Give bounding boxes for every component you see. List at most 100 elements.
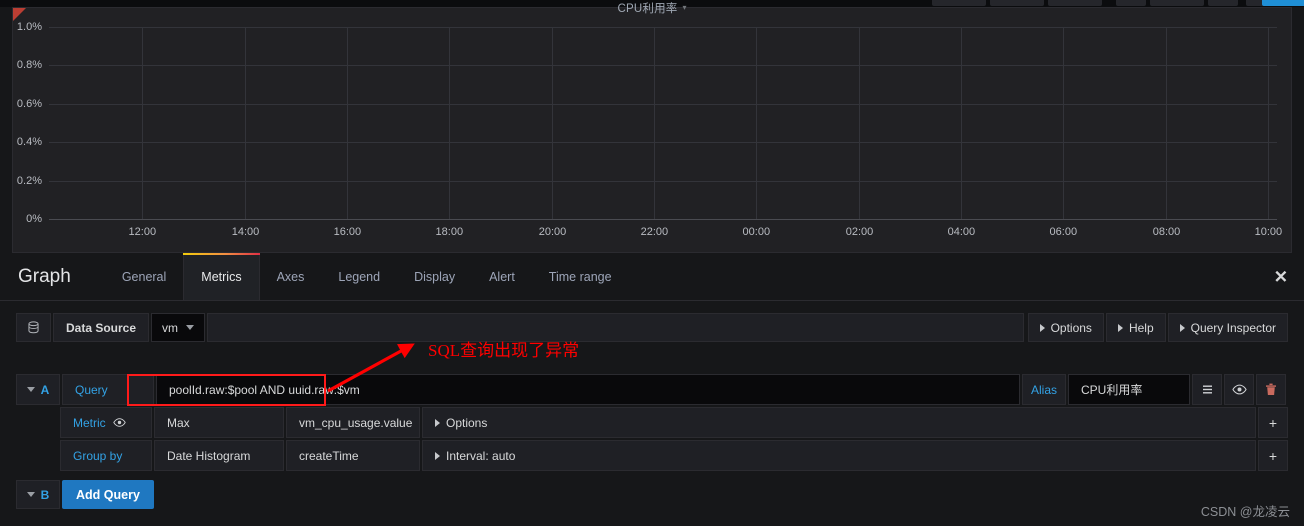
x-axis-tick-label: 12:00 bbox=[128, 226, 157, 238]
groupby-field[interactable]: createTime bbox=[286, 440, 420, 471]
groupby-aggregation[interactable]: Date Histogram bbox=[154, 440, 284, 471]
watermark: CSDN @龙凌云 bbox=[1200, 505, 1290, 519]
query-input-wrapper[interactable] bbox=[156, 374, 1020, 405]
eye-icon[interactable] bbox=[112, 416, 126, 429]
datasource-selected-value: vm bbox=[162, 320, 179, 335]
tab-alert[interactable]: Alert bbox=[472, 253, 532, 300]
metric-field[interactable]: vm_cpu_usage.value bbox=[286, 407, 420, 438]
tab-label: General bbox=[121, 269, 167, 284]
query-ref-id: B bbox=[40, 487, 50, 502]
metric-aggregation[interactable]: Max bbox=[154, 407, 284, 438]
toggle-visibility-icon[interactable] bbox=[1224, 374, 1254, 405]
tab-axes[interactable]: Axes bbox=[260, 253, 322, 300]
query-inspector-button[interactable]: Query Inspector bbox=[1167, 313, 1288, 342]
tab-general[interactable]: General bbox=[105, 253, 183, 300]
toolbar-button[interactable] bbox=[1208, 0, 1238, 6]
toolbar-button[interactable] bbox=[1116, 0, 1146, 6]
editor-title: Graph bbox=[18, 265, 71, 287]
gridline-vertical bbox=[552, 27, 554, 219]
toolbar-button[interactable] bbox=[1048, 0, 1102, 6]
gridline-vertical bbox=[756, 27, 758, 219]
alias-input-wrapper[interactable] bbox=[1068, 374, 1190, 405]
query-inspector-button-label: Query Inspector bbox=[1190, 320, 1276, 335]
toolbar-button[interactable] bbox=[932, 0, 986, 6]
query-a-collapse-toggle[interactable]: A bbox=[16, 374, 60, 405]
datasource-row: Data Source vm Options Help Query Inspec… bbox=[16, 313, 1288, 342]
metric-options-toggle[interactable]: Options bbox=[422, 407, 1256, 438]
trash-icon-svg bbox=[1266, 383, 1276, 395]
groupby-row: Group by Date Histogram createTime Inter… bbox=[16, 440, 1288, 471]
x-axis-tick-label: 04:00 bbox=[947, 226, 976, 238]
x-axis-tick-label: 20:00 bbox=[538, 226, 567, 238]
add-groupby-button[interactable]: + bbox=[1258, 440, 1288, 471]
x-axis-tick-label: 18:00 bbox=[435, 226, 464, 238]
x-axis-tick-label: 10:00 bbox=[1254, 226, 1283, 238]
toolbar-button[interactable] bbox=[1150, 0, 1204, 6]
metric-row: Metric Max vm_cpu_usage.value Options + bbox=[16, 407, 1288, 438]
tab-legend[interactable]: Legend bbox=[321, 253, 397, 300]
alias-input[interactable] bbox=[1079, 381, 1179, 398]
database-icon bbox=[16, 313, 51, 342]
editor-tab-bar: Graph General Metrics Axes Legend Displa… bbox=[0, 253, 1304, 301]
query-input[interactable] bbox=[167, 381, 371, 398]
y-axis-tick-label: 0.4% bbox=[16, 136, 42, 149]
groupby-interval-toggle[interactable]: Interval: auto bbox=[422, 440, 1256, 471]
add-metric-button[interactable]: + bbox=[1258, 407, 1288, 438]
groupby-label[interactable]: Group by bbox=[60, 440, 152, 471]
x-axis-tick-label: 22:00 bbox=[640, 226, 669, 238]
tab-label: Axes bbox=[276, 269, 305, 284]
caret-right-icon bbox=[1039, 323, 1045, 332]
toolbar-button[interactable] bbox=[990, 0, 1044, 6]
tab-label: Legend bbox=[338, 269, 381, 284]
tab-display[interactable]: Display bbox=[397, 253, 472, 300]
x-axis-tick-label: 08:00 bbox=[1152, 226, 1181, 238]
options-button[interactable]: Options bbox=[1027, 313, 1104, 342]
x-axis-tick-label: 16:00 bbox=[333, 226, 362, 238]
caret-right-icon bbox=[1117, 323, 1123, 332]
gridline-vertical bbox=[347, 27, 349, 219]
delete-query-icon[interactable] bbox=[1256, 374, 1286, 405]
query-menu-icon[interactable] bbox=[1192, 374, 1222, 405]
y-axis-tick-label: 0.2% bbox=[16, 174, 42, 187]
gridline-horizontal bbox=[49, 103, 1277, 105]
x-axis-tick-label: 06:00 bbox=[1049, 226, 1078, 238]
query-editor-list: A Query Alias bbox=[16, 374, 1288, 509]
x-axis-tick-label: 00:00 bbox=[742, 226, 771, 238]
panel-editor: Graph General Metrics Axes Legend Displa… bbox=[0, 253, 1304, 509]
panel-error-corner-icon bbox=[13, 8, 26, 21]
datasource-label: Data Source bbox=[53, 313, 150, 342]
gridline-vertical bbox=[1268, 27, 1270, 219]
chevron-down-icon bbox=[26, 387, 35, 392]
gridline-horizontal bbox=[49, 65, 1277, 67]
tab-metrics[interactable]: Metrics bbox=[183, 253, 260, 300]
query-b-collapse-toggle[interactable]: B bbox=[16, 480, 60, 509]
query-row-a: A Query Alias bbox=[16, 374, 1288, 405]
metric-label-cell[interactable]: Metric bbox=[60, 407, 152, 438]
help-button-label: Help bbox=[1128, 320, 1154, 335]
gridline-vertical bbox=[859, 27, 861, 219]
chevron-down-icon bbox=[186, 325, 195, 330]
add-query-row: B Add Query bbox=[16, 480, 1288, 509]
tab-time-range[interactable]: Time range bbox=[532, 253, 629, 300]
plot-area: 1.0% 0.8% 0.6% 0.4% 0.2% 0% 12:00 14:00 … bbox=[17, 21, 1282, 238]
tab-label: Time range bbox=[548, 269, 612, 284]
caret-right-icon bbox=[435, 451, 440, 460]
graph-panel: CPU利用率 ▾ 1.0% 0.8% 0.6% 0.4% 0.2% 0% 12:0… bbox=[12, 3, 1292, 253]
y-axis-tick-label: 0.8% bbox=[16, 59, 42, 72]
datasource-select[interactable]: vm bbox=[151, 313, 206, 342]
datasource-row-spacer bbox=[207, 313, 1024, 342]
gridline-horizontal bbox=[49, 180, 1277, 182]
gridline-vertical bbox=[142, 27, 144, 219]
toolbar-apply-button[interactable] bbox=[1262, 0, 1304, 6]
x-axis-tick-label: 14:00 bbox=[231, 226, 260, 238]
gridline-vertical bbox=[449, 27, 451, 219]
add-query-button[interactable]: Add Query bbox=[62, 480, 154, 509]
gridline-vertical bbox=[1166, 27, 1168, 219]
y-axis-tick-label: 0.6% bbox=[16, 97, 42, 110]
metric-options-label: Options bbox=[446, 415, 488, 430]
top-toolbar-strip bbox=[0, 0, 1304, 7]
close-editor-button[interactable]: ✕ bbox=[1274, 268, 1288, 285]
x-axis-line bbox=[49, 219, 1277, 220]
help-button[interactable]: Help bbox=[1105, 313, 1166, 342]
gridline-horizontal bbox=[49, 142, 1277, 144]
